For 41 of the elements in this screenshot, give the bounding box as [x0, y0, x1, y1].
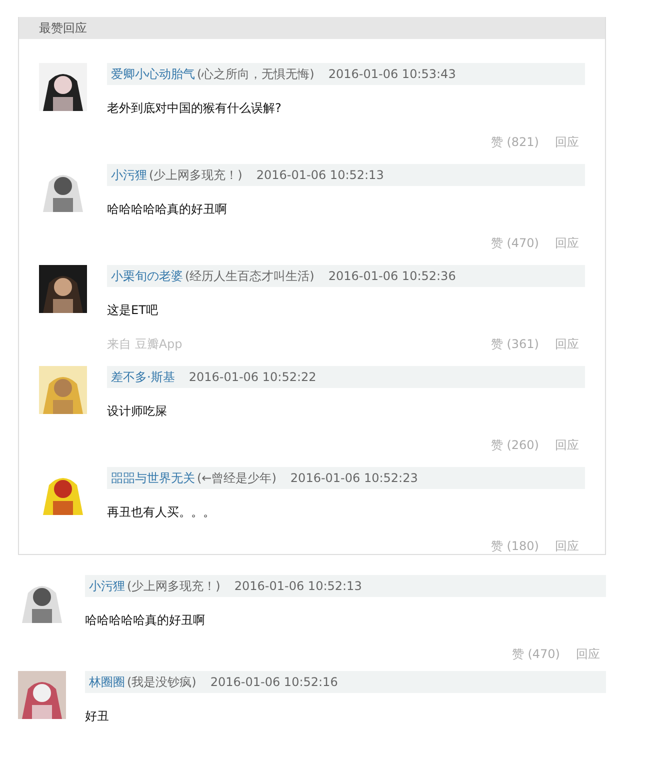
user-signature: (我是没钞疯): [127, 674, 196, 690]
comment-text: 老外到底对中国的猴有什么误解?: [107, 100, 282, 117]
username-link[interactable]: 㗊㗊与世界无关: [111, 470, 195, 486]
like-link[interactable]: 赞 (260): [490, 436, 539, 454]
reply-link[interactable]: 回应: [576, 646, 600, 662]
username-link[interactable]: 小污狸: [111, 166, 147, 184]
comment-source: 来自 豆瓣App: [107, 336, 182, 352]
reply-link[interactable]: 回应: [555, 134, 579, 150]
comment-text: 这是ET吧: [107, 302, 159, 319]
username-link[interactable]: 差不多·斯基: [111, 368, 175, 386]
like-link[interactable]: 赞 (470): [490, 234, 539, 252]
reply-link[interactable]: 回应: [555, 234, 579, 252]
reply-link[interactable]: 回应: [555, 436, 579, 454]
reply-link[interactable]: 回应: [555, 336, 579, 352]
like-link[interactable]: 赞 (361): [490, 336, 539, 352]
username-link[interactable]: 爱卿小心动胎气: [111, 66, 195, 82]
comment-time: 2016-01-06 10:52:13: [234, 579, 362, 593]
comment-time: 2016-01-06 10:52:22: [188, 370, 316, 384]
comment-time: 2016-01-06 10:53:43: [328, 67, 456, 81]
user-signature: (心之所向，无惧无悔): [197, 66, 314, 82]
comment-time: 2016-01-06 10:52:23: [290, 471, 418, 485]
like-link[interactable]: 赞 (470): [512, 646, 560, 662]
comment-time: 2016-01-06 10:52:16: [210, 675, 338, 689]
comment-time: 2016-01-06 10:52:36: [328, 269, 456, 283]
reply-link[interactable]: 回应: [555, 538, 579, 554]
username-link[interactable]: 小栗旬の老婆: [111, 268, 183, 284]
user-signature: (少上网多现充！): [127, 578, 220, 594]
user-signature: (少上网多现充！): [149, 166, 242, 184]
like-link[interactable]: 赞 (180): [490, 538, 539, 554]
username-link[interactable]: 林圈圈: [89, 674, 125, 690]
comment-time: 2016-01-06 10:52:13: [256, 168, 384, 182]
comment-text: 哈哈哈哈哈真的好丑啊: [107, 201, 228, 218]
comment-text: 设计师吃屎: [107, 403, 168, 420]
comment-text: 好丑: [85, 708, 110, 725]
user-signature: (经历人生百态才叫生活): [185, 268, 314, 284]
username-link[interactable]: 小污狸: [89, 578, 125, 594]
panel-title: 最赞回应: [39, 20, 87, 36]
comment-text: 哈哈哈哈哈真的好丑啊: [85, 612, 206, 629]
user-signature: (←曾经是少年): [197, 470, 276, 486]
like-link[interactable]: 赞 (821): [490, 134, 539, 150]
comment-text: 再丑也有人买。。。: [107, 504, 216, 521]
